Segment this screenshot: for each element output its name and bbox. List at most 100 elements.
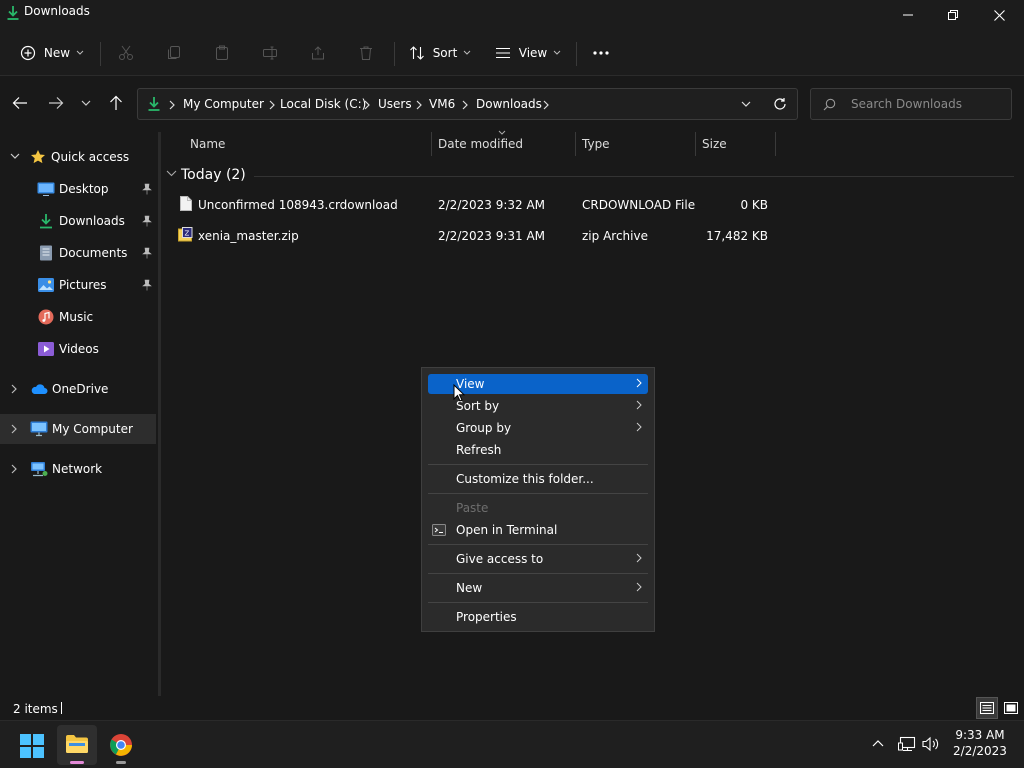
breadcrumb-local-disk[interactable]: Local Disk (C:)	[280, 97, 366, 111]
context-menu: View Sort by Group by Refresh Customize …	[421, 367, 655, 632]
menu-item-paste[interactable]: Paste	[428, 498, 648, 518]
column-divider[interactable]	[775, 132, 776, 156]
menu-separator	[428, 602, 648, 603]
taskbar-chrome[interactable]	[101, 725, 141, 765]
plus-circle-icon	[20, 45, 36, 61]
nav-item-pictures[interactable]: Pictures	[0, 270, 156, 300]
arrow-right-icon	[49, 97, 64, 109]
minimize-button[interactable]	[885, 0, 931, 30]
start-button[interactable]	[20, 734, 44, 758]
table-row[interactable]: Unconfirmed 108943.crdownload 2/2/2023 9…	[170, 193, 776, 217]
chevron-right-icon	[416, 100, 422, 110]
nav-label: Quick access	[51, 150, 130, 164]
toolbar-divider	[100, 42, 101, 66]
menu-item-properties[interactable]: Properties	[428, 607, 648, 627]
taskbar-file-explorer[interactable]	[57, 725, 97, 765]
back-button[interactable]	[12, 96, 28, 110]
show-hidden-icons-button[interactable]	[872, 739, 884, 747]
column-header-size[interactable]: Size	[702, 137, 727, 151]
tiles-view-button[interactable]	[1000, 697, 1022, 719]
nav-item-downloads[interactable]: Downloads	[0, 206, 156, 236]
nav-quick-access[interactable]: Quick access	[0, 142, 156, 172]
group-header[interactable]: Today (2)	[181, 167, 246, 183]
nav-item-desktop[interactable]: Desktop	[0, 174, 156, 204]
breadcrumb-vm6[interactable]: VM6	[429, 97, 455, 111]
close-button[interactable]	[976, 0, 1022, 30]
menu-item-refresh[interactable]: Refresh	[428, 440, 648, 460]
breadcrumb-users[interactable]: Users	[378, 97, 412, 111]
column-header-type[interactable]: Type	[582, 137, 610, 151]
address-bar[interactable]: My Computer Local Disk (C:) Users VM6 Do…	[137, 88, 798, 120]
menu-item-customize-folder[interactable]: Customize this folder...	[428, 469, 648, 489]
file-name: xenia_master.zip	[198, 229, 299, 243]
search-box[interactable]: Search Downloads	[810, 88, 1012, 120]
more-button[interactable]	[586, 38, 616, 68]
cut-button[interactable]	[112, 38, 140, 68]
up-button[interactable]	[109, 95, 123, 111]
status-divider	[61, 702, 62, 714]
chevron-right-icon	[636, 582, 642, 592]
sort-indicator-icon	[498, 130, 506, 135]
clock[interactable]: 9:33 AM 2/2/2023	[945, 728, 1015, 758]
share-button[interactable]	[304, 38, 332, 68]
nav-onedrive[interactable]: OneDrive	[0, 374, 156, 404]
column-header-name[interactable]: Name	[190, 137, 225, 151]
search-input[interactable]: Search Downloads	[851, 97, 962, 111]
column-divider[interactable]	[575, 132, 576, 156]
tiles-view-icon	[1004, 702, 1018, 714]
computer-icon	[30, 421, 48, 437]
mouse-cursor-icon	[453, 384, 465, 402]
chevron-right-icon	[11, 464, 17, 474]
new-button[interactable]: New	[14, 38, 90, 68]
nav-item-videos[interactable]: Videos	[0, 334, 156, 364]
recent-locations-button[interactable]	[81, 100, 91, 107]
paste-icon	[216, 45, 228, 60]
chevron-right-icon	[543, 100, 549, 110]
address-history-button[interactable]	[741, 101, 751, 108]
menu-item-label: Properties	[456, 610, 517, 624]
nav-my-computer[interactable]: My Computer	[0, 414, 156, 444]
pin-icon[interactable]	[142, 279, 152, 291]
sort-button[interactable]: Sort	[404, 38, 476, 68]
volume-icon	[922, 736, 939, 752]
view-button[interactable]: View	[490, 38, 566, 68]
copy-button[interactable]	[160, 38, 188, 68]
window-title: Downloads	[24, 4, 90, 18]
rename-button[interactable]	[256, 38, 284, 68]
nav-network[interactable]: Network	[0, 454, 156, 484]
chevron-down-icon	[463, 50, 471, 55]
title-bar: Downloads	[0, 0, 1024, 30]
menu-item-group-by[interactable]: Group by	[428, 418, 648, 438]
chevron-right-icon	[11, 384, 17, 394]
table-row[interactable]: Z xenia_master.zip 2/2/2023 9:31 AM zip …	[170, 224, 776, 248]
pin-icon[interactable]	[142, 247, 152, 259]
paste-button[interactable]	[208, 38, 236, 68]
network-status-button[interactable]	[898, 736, 916, 752]
menu-item-open-in-terminal[interactable]: Open in Terminal	[428, 520, 648, 540]
forward-button[interactable]	[48, 96, 64, 110]
nav-item-music[interactable]: Music	[0, 302, 156, 332]
column-divider[interactable]	[431, 132, 432, 156]
chevron-right-icon	[636, 400, 642, 410]
breadcrumb-my-computer[interactable]: My Computer	[183, 97, 264, 111]
chevron-right-icon	[11, 424, 17, 434]
column-header-date[interactable]: Date modified	[438, 137, 523, 151]
restore-icon	[948, 10, 958, 20]
pin-icon[interactable]	[142, 215, 152, 227]
sort-label: Sort	[432, 46, 458, 60]
volume-button[interactable]	[922, 736, 940, 752]
details-view-button[interactable]	[976, 697, 998, 719]
column-divider[interactable]	[695, 132, 696, 156]
file-type: zip Archive	[582, 229, 648, 243]
breadcrumb-downloads[interactable]: Downloads	[476, 97, 542, 111]
menu-item-give-access[interactable]: Give access to	[428, 549, 648, 569]
restore-button[interactable]	[930, 0, 976, 30]
pictures-icon	[38, 278, 54, 292]
delete-button[interactable]	[352, 38, 380, 68]
pin-icon[interactable]	[142, 183, 152, 195]
nav-item-documents[interactable]: Documents	[0, 238, 156, 268]
pane-splitter[interactable]	[158, 132, 161, 696]
menu-item-new[interactable]: New	[428, 578, 648, 598]
refresh-button[interactable]	[773, 97, 787, 111]
group-collapse-button[interactable]	[166, 170, 177, 177]
